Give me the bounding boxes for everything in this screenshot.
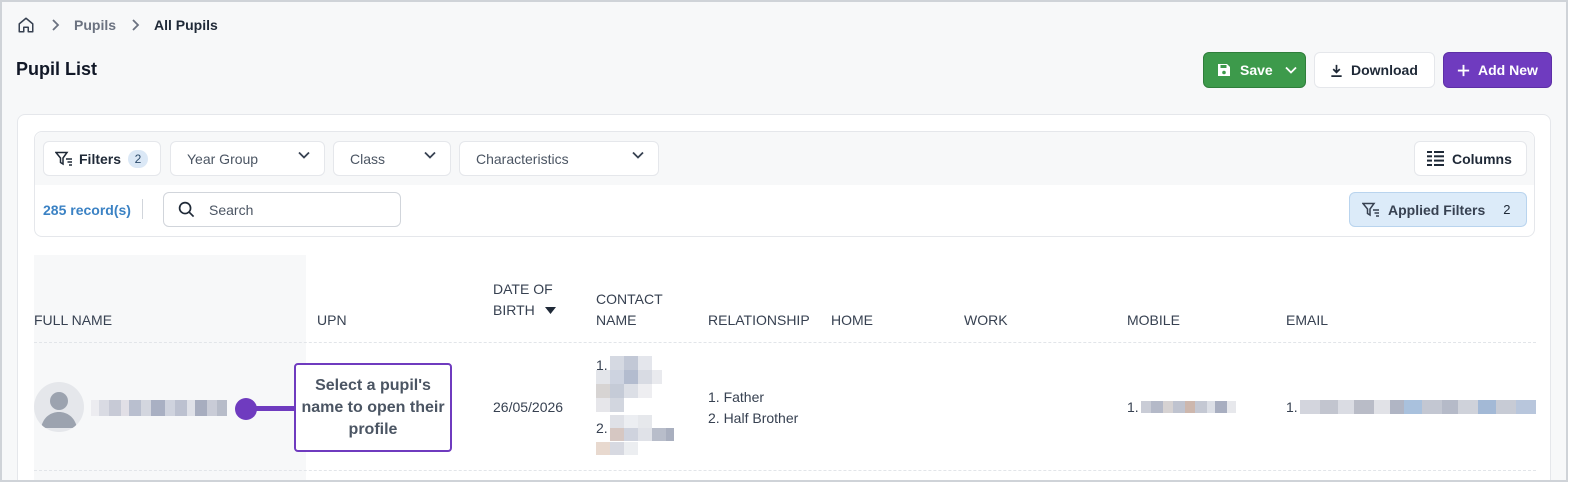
column-header-contact-name[interactable]: CONTACT NAME: [596, 289, 663, 331]
class-dropdown[interactable]: Class: [333, 141, 451, 176]
year-group-dropdown[interactable]: Year Group: [170, 141, 325, 176]
divider: [142, 199, 143, 219]
chevron-down-icon: [424, 151, 436, 159]
chevron-right-icon: [50, 19, 60, 31]
column-header-mobile[interactable]: MOBILE: [1127, 310, 1180, 331]
add-new-button[interactable]: Add New: [1443, 52, 1552, 88]
chevron-down-icon: [298, 151, 310, 159]
contact-name-1-redacted: [596, 356, 662, 412]
year-group-label: Year Group: [187, 150, 259, 167]
plus-icon: [1456, 63, 1471, 78]
search-input[interactable]: [209, 201, 379, 218]
relationship-2: 2. Half Brother: [708, 410, 799, 426]
full-name-column-highlight: [34, 255, 306, 480]
column-header-relationship[interactable]: RELATIONSHIP: [708, 310, 810, 331]
dob-cell: 26/05/2026: [493, 399, 564, 415]
breadcrumb-pupils-link[interactable]: Pupils: [74, 17, 116, 33]
characteristics-dropdown[interactable]: Characteristics: [459, 141, 659, 176]
column-header-home[interactable]: HOME: [831, 310, 873, 331]
download-icon: [1329, 63, 1344, 78]
column-header-work[interactable]: WORK: [964, 310, 1008, 331]
download-button[interactable]: Download: [1314, 52, 1435, 88]
app-frame: Pupils All Pupils Pupil List Save Downlo…: [0, 0, 1568, 482]
search-box[interactable]: [163, 192, 401, 227]
column-header-email[interactable]: EMAIL: [1286, 310, 1328, 331]
applied-filters-button[interactable]: Applied Filters 2: [1349, 192, 1527, 227]
home-icon[interactable]: [16, 15, 36, 35]
breadcrumb: Pupils All Pupils: [16, 14, 218, 36]
column-header-full-name[interactable]: FULL NAME: [34, 310, 112, 331]
add-new-button-label: Add New: [1478, 62, 1538, 78]
mobile-number-redacted: [1141, 401, 1236, 413]
filter-icon: [55, 151, 73, 166]
mobile-index: 1.: [1127, 399, 1139, 415]
filters-button[interactable]: Filters 2: [43, 141, 161, 176]
columns-button-label: Columns: [1452, 150, 1512, 167]
contact-name-2-redacted: [596, 415, 674, 455]
columns-icon: [1427, 151, 1444, 166]
email-index: 1.: [1286, 399, 1298, 415]
save-icon: [1216, 62, 1232, 78]
chevron-down-icon[interactable]: [1285, 66, 1297, 74]
tooltip-callout: Select a pupil's name to open their prof…: [294, 363, 452, 452]
chevron-right-icon: [130, 19, 140, 31]
download-button-label: Download: [1351, 62, 1418, 78]
row-divider: [34, 342, 1536, 343]
filter-icon: [1362, 202, 1380, 217]
page-title: Pupil List: [16, 59, 97, 79]
class-label: Class: [350, 150, 386, 167]
column-header-dob-line2: BIRTH: [493, 302, 535, 318]
column-header-contact-line1: CONTACT: [596, 291, 663, 307]
save-button-label: Save: [1240, 62, 1273, 78]
save-button[interactable]: Save: [1203, 52, 1306, 88]
filters-count-badge: 2: [128, 149, 149, 168]
relationship-1: 1. Father: [708, 389, 765, 405]
relationship-cell: 1. Father 2. Half Brother: [708, 387, 798, 429]
filters-button-label: Filters: [79, 150, 122, 167]
chevron-down-icon: [632, 151, 644, 159]
applied-filters-label: Applied Filters: [1388, 201, 1486, 218]
sort-desc-icon[interactable]: [544, 307, 556, 314]
column-header-contact-line2: NAME: [596, 312, 637, 328]
record-count: 285 record(s): [43, 202, 131, 218]
pupil-name-link-redacted[interactable]: [91, 400, 227, 416]
filter-panel: Filters 2 Year Group Class Characteristi…: [34, 131, 1535, 237]
row-divider: [34, 470, 1536, 471]
column-header-upn[interactable]: UPN: [317, 310, 347, 331]
columns-button[interactable]: Columns: [1414, 141, 1527, 176]
callout-pointer-line: [254, 406, 296, 411]
email-redacted: [1300, 400, 1536, 414]
filter-bar: Filters 2 Year Group Class Characteristi…: [35, 132, 1534, 185]
breadcrumb-current: All Pupils: [154, 17, 218, 33]
applied-filters-count: 2: [1503, 202, 1511, 217]
column-header-dob[interactable]: DATE OF BIRTH: [493, 279, 556, 321]
search-icon: [178, 201, 195, 218]
avatar-icon[interactable]: [34, 382, 84, 432]
column-header-dob-line1: DATE OF: [493, 281, 553, 297]
characteristics-label: Characteristics: [476, 150, 569, 167]
